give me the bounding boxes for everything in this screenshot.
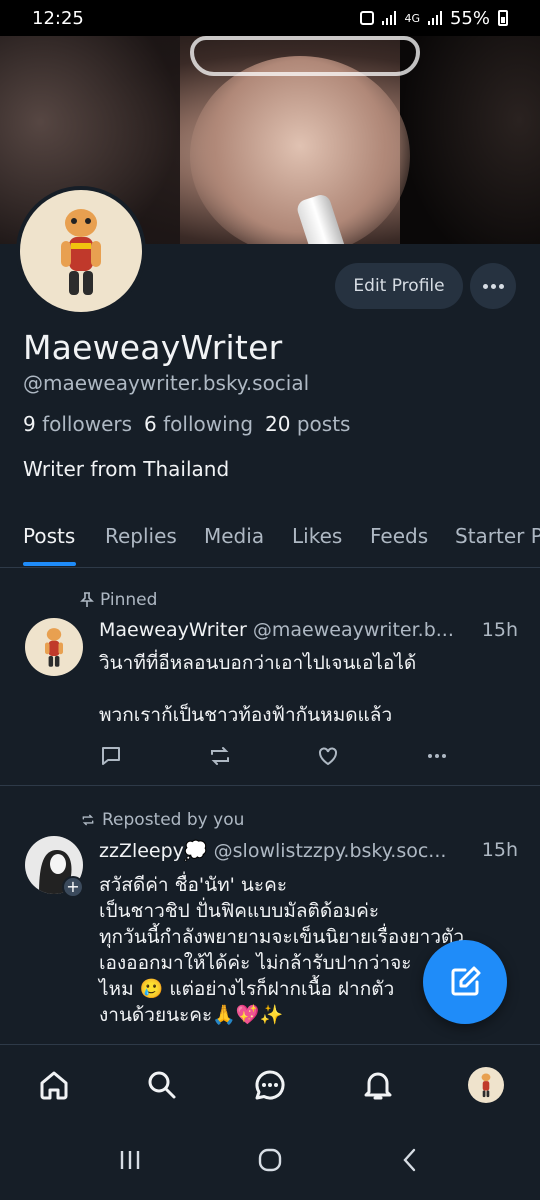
post-handle: @slowlistzzpy.bsky.soc... xyxy=(213,840,447,862)
compose-icon xyxy=(451,966,481,996)
tab-replies[interactable]: Replies xyxy=(105,524,177,548)
post-actions xyxy=(99,744,449,768)
profile-stats: 9 followers 6 following 20 posts xyxy=(23,412,350,436)
feed-post[interactable]: Pinned MaeweayWriter @maeweaywriter.b...… xyxy=(0,568,540,786)
tab-posts[interactable]: Posts xyxy=(23,524,75,548)
pin-icon xyxy=(80,592,94,607)
post-context: Pinned xyxy=(80,590,157,610)
tab-feeds[interactable]: Feeds xyxy=(370,524,428,548)
post-handle: @maeweaywriter.b... xyxy=(252,619,454,641)
status-time: 12:25 xyxy=(32,7,84,29)
tiger-character-icon xyxy=(61,209,101,295)
tiger-character-icon xyxy=(45,628,63,667)
bell-icon xyxy=(364,1072,392,1099)
system-navigation xyxy=(0,1124,540,1200)
notification-icon xyxy=(360,11,375,25)
post-text: วินาทีที่อีหลอนบอกว่าเอาไปเจนเอไอได้ พวก… xyxy=(99,652,417,726)
battery-icon xyxy=(498,10,508,26)
home-circle-icon xyxy=(258,1148,282,1172)
repost-icon[interactable] xyxy=(208,744,232,768)
battery-level: 55% xyxy=(449,7,490,29)
post-header: zzZleepy💭 @slowlistzzpy.bsky.soc... xyxy=(99,839,446,862)
search-icon xyxy=(148,1071,176,1098)
status-bar: 12:25 4G 55% xyxy=(0,0,540,36)
active-tab-indicator xyxy=(23,562,76,566)
tab-likes[interactable]: Likes xyxy=(292,524,342,548)
edit-profile-button[interactable]: Edit Profile xyxy=(335,263,463,309)
back-icon xyxy=(403,1148,416,1172)
nav-avatar xyxy=(468,1066,504,1103)
post-header: MaeweayWriter @maeweaywriter.b... xyxy=(99,619,454,641)
nav-home[interactable] xyxy=(29,1060,79,1110)
signal-icon-2 xyxy=(427,11,442,25)
nav-search[interactable] xyxy=(137,1060,187,1110)
post-author[interactable]: zzZleepy💭 xyxy=(99,840,208,862)
posts-count: 20 posts xyxy=(265,412,351,436)
tab-starter-packs[interactable]: Starter P xyxy=(455,524,540,548)
profile-bio: Writer from Thailand xyxy=(23,457,230,481)
tiger-character-icon xyxy=(481,1072,491,1097)
bottom-navigation xyxy=(0,1044,540,1124)
followers-link[interactable]: 9 followers xyxy=(23,412,132,436)
recent-apps-icon xyxy=(120,1151,140,1169)
repost-icon xyxy=(82,814,94,826)
post-time: 15h xyxy=(481,619,518,641)
follow-plus-icon[interactable]: + xyxy=(62,876,84,898)
profile-tabs: Posts Replies Media Likes Feeds Starter … xyxy=(0,510,540,568)
back-button[interactable] xyxy=(397,1147,423,1177)
post-avatar[interactable] xyxy=(25,618,83,676)
network-type: 4G xyxy=(404,11,420,25)
signal-icon xyxy=(382,11,397,25)
recent-apps-button[interactable] xyxy=(117,1148,143,1176)
nav-chat[interactable] xyxy=(245,1060,295,1110)
chat-icon xyxy=(255,1069,285,1099)
home-button[interactable] xyxy=(257,1147,283,1177)
post-context: Reposted by you xyxy=(80,810,244,830)
tab-media[interactable]: Media xyxy=(204,524,264,548)
nav-profile[interactable] xyxy=(461,1060,511,1110)
profile-handle: @maeweaywriter.bsky.social xyxy=(23,371,310,395)
profile-avatar[interactable] xyxy=(16,186,146,316)
status-icons: 4G 55% xyxy=(360,8,508,29)
nav-notifications[interactable] xyxy=(353,1060,403,1110)
reply-icon[interactable] xyxy=(99,744,123,768)
following-link[interactable]: 6 following xyxy=(144,412,253,436)
post-author[interactable]: MaeweayWriter xyxy=(99,619,247,641)
post-time: 15h xyxy=(481,839,518,861)
post-more-icon[interactable] xyxy=(425,744,449,768)
more-options-button[interactable] xyxy=(470,263,516,309)
like-icon[interactable] xyxy=(316,744,340,768)
compose-button[interactable] xyxy=(423,940,507,1024)
home-icon xyxy=(40,1071,68,1099)
display-name: MaeweayWriter xyxy=(23,328,283,367)
